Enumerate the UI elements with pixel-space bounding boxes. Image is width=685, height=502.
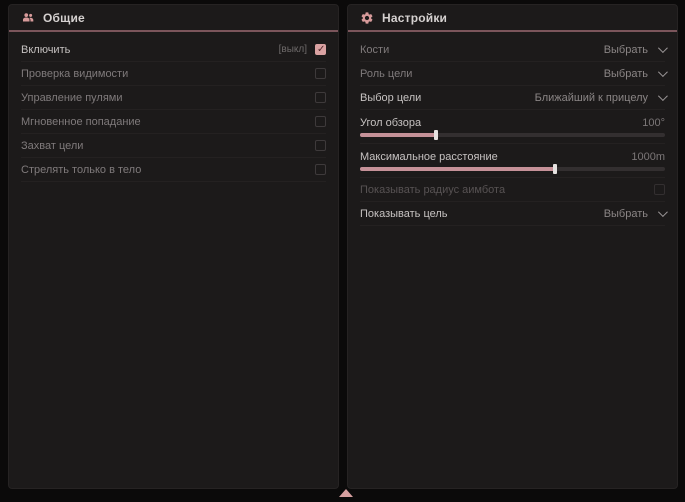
- show-radius-checkbox[interactable]: [654, 184, 665, 195]
- target-role-select-value: Выбрать: [604, 68, 648, 80]
- row-show-radius[interactable]: Показывать радиус аимбота: [360, 178, 665, 202]
- fov-slider-thumb[interactable]: [434, 130, 438, 140]
- row-visibility-check[interactable]: Проверка видимости: [21, 62, 326, 86]
- panel-general: Общие Включить [выкл] Проверка видимости…: [8, 4, 339, 489]
- row-bullet-control-label: Управление пулями: [21, 92, 123, 104]
- row-target-selection-label: Выбор цели: [360, 92, 421, 104]
- target-lock-checkbox[interactable]: [315, 140, 326, 151]
- row-target-lock-label: Захват цели: [21, 140, 83, 152]
- max-distance-slider-thumb[interactable]: [553, 164, 557, 174]
- chevron-down-icon: [658, 91, 668, 101]
- row-bones[interactable]: Кости Выбрать: [360, 38, 665, 62]
- chevron-down-icon: [658, 207, 668, 217]
- row-bullet-control[interactable]: Управление пулями: [21, 86, 326, 110]
- panel-general-title: Общие: [43, 11, 85, 25]
- chevron-down-icon: [658, 67, 668, 77]
- panel-settings-header[interactable]: Настройки: [348, 5, 677, 32]
- visibility-check-checkbox[interactable]: [315, 68, 326, 79]
- row-bones-label: Кости: [360, 44, 389, 56]
- target-selection-select[interactable]: Ближайший к прицелу: [535, 92, 665, 104]
- show-target-select-value: Выбрать: [604, 208, 648, 220]
- row-target-role[interactable]: Роль цели Выбрать: [360, 62, 665, 86]
- fov-slider-fill: [360, 133, 436, 137]
- row-enable-label: Включить: [21, 44, 70, 56]
- max-distance-slider[interactable]: [360, 167, 665, 171]
- instant-hit-checkbox[interactable]: [315, 116, 326, 127]
- bones-select-value: Выбрать: [604, 44, 648, 56]
- row-enable-hotkey-tag[interactable]: [выкл]: [279, 44, 307, 55]
- row-target-lock[interactable]: Захват цели: [21, 134, 326, 158]
- row-visibility-check-label: Проверка видимости: [21, 68, 128, 80]
- show-target-select[interactable]: Выбрать: [604, 208, 665, 220]
- row-fov-label: Угол обзора: [360, 117, 421, 129]
- bones-select[interactable]: Выбрать: [604, 44, 665, 56]
- row-show-target[interactable]: Показывать цель Выбрать: [360, 202, 665, 226]
- row-body-only[interactable]: Стрелять только в тело: [21, 158, 326, 182]
- row-max-distance-label: Максимальное расстояние: [360, 151, 498, 163]
- fov-value: 100°: [642, 117, 665, 129]
- general-rows: Включить [выкл] Проверка видимости Управ…: [9, 32, 338, 182]
- row-instant-hit[interactable]: Мгновенное попадание: [21, 110, 326, 134]
- panel-settings-title: Настройки: [382, 11, 447, 25]
- row-max-distance: Максимальное расстояние 1000m: [360, 144, 665, 178]
- target-role-select[interactable]: Выбрать: [604, 68, 665, 80]
- chevron-down-icon: [658, 43, 668, 53]
- panel-settings: Настройки Кости Выбрать Роль цели Выбрат…: [347, 4, 678, 489]
- row-show-radius-label: Показывать радиус аимбота: [360, 184, 505, 196]
- users-icon: [21, 11, 35, 25]
- row-fov: Угол обзора 100°: [360, 110, 665, 144]
- row-show-target-label: Показывать цель: [360, 208, 448, 220]
- resize-indicator[interactable]: [339, 489, 353, 497]
- row-target-role-label: Роль цели: [360, 68, 412, 80]
- row-enable[interactable]: Включить [выкл]: [21, 38, 326, 62]
- panel-general-header[interactable]: Общие: [9, 5, 338, 32]
- max-distance-slider-fill: [360, 167, 555, 171]
- row-target-selection[interactable]: Выбор цели Ближайший к прицелу: [360, 86, 665, 110]
- row-body-only-label: Стрелять только в тело: [21, 164, 141, 176]
- row-instant-hit-label: Мгновенное попадание: [21, 116, 141, 128]
- target-selection-select-value: Ближайший к прицелу: [535, 92, 648, 104]
- max-distance-value: 1000m: [631, 151, 665, 163]
- body-only-checkbox[interactable]: [315, 164, 326, 175]
- enable-checkbox[interactable]: [315, 44, 326, 55]
- gear-icon: [360, 11, 374, 25]
- settings-rows: Кости Выбрать Роль цели Выбрать Выбор це…: [348, 32, 677, 226]
- fov-slider[interactable]: [360, 133, 665, 137]
- bullet-control-checkbox[interactable]: [315, 92, 326, 103]
